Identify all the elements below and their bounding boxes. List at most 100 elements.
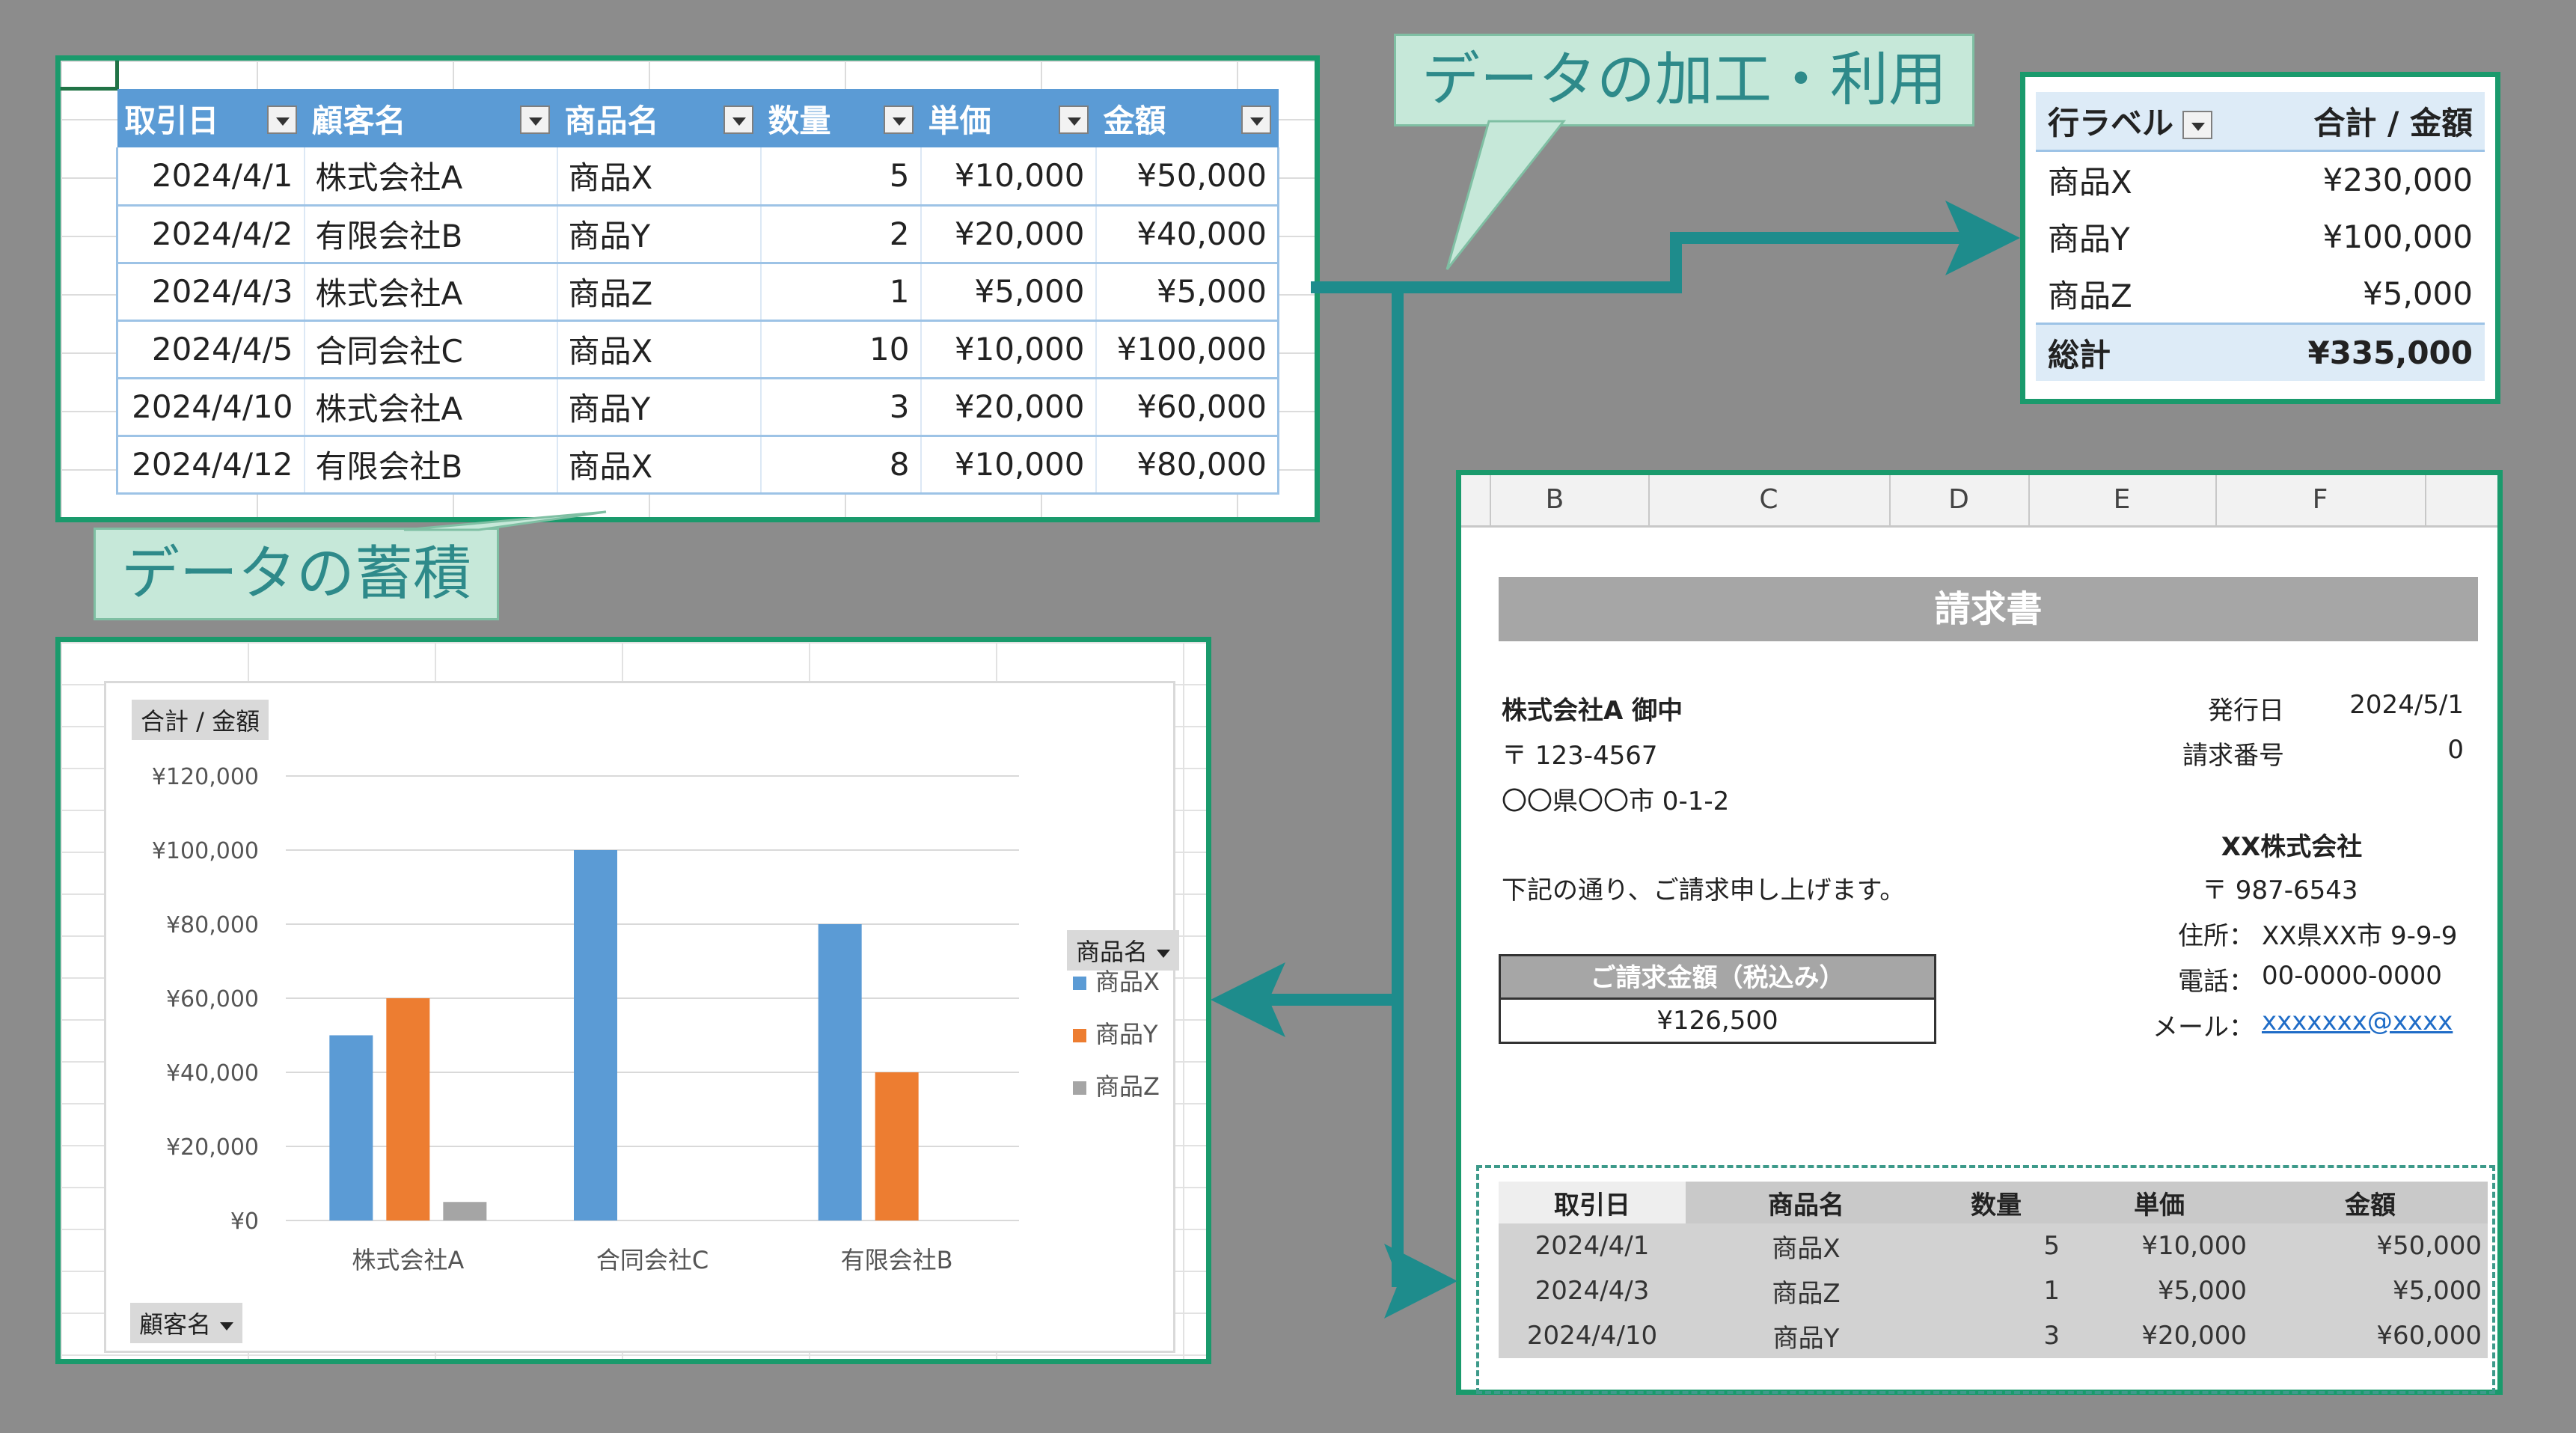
- filter-dropdown-icon[interactable]: [1058, 106, 1089, 134]
- cell-customer[interactable]: 株式会社A: [303, 378, 557, 437]
- invoice-cell-quantity[interactable]: 3: [1927, 1313, 2066, 1358]
- cell-customer[interactable]: 合同会社C: [303, 320, 557, 379]
- invoice-header-date: 取引日: [1499, 1182, 1686, 1223]
- cell-quantity[interactable]: 1: [759, 263, 921, 322]
- pivot-value-header[interactable]: 合計 / 金額: [2260, 92, 2485, 152]
- cell-quantity[interactable]: 2: [759, 205, 921, 264]
- recipient-address: 〇〇県〇〇市 0-1-2: [1502, 786, 1730, 816]
- table-row[interactable]: 2024/4/5 合同会社C 商品X 10 ¥10,000 ¥100,000: [116, 320, 1279, 379]
- table-row[interactable]: 2024/4/1 株式会社A 商品X 5 ¥10,000 ¥50,000: [116, 147, 1279, 207]
- cell-date[interactable]: 2024/4/12: [116, 436, 305, 495]
- cell-product[interactable]: 商品Y: [556, 205, 761, 264]
- column-header-e[interactable]: E: [2028, 484, 2215, 515]
- cell-amount[interactable]: ¥80,000: [1095, 436, 1279, 495]
- header-product[interactable]: 商品名: [557, 89, 761, 147]
- filter-dropdown-icon[interactable]: [519, 106, 550, 134]
- invoice-cell-unit-price[interactable]: ¥20,000: [2066, 1313, 2253, 1358]
- invoice-cell-date[interactable]: 2024/4/1: [1499, 1223, 1686, 1268]
- cell-quantity[interactable]: 3: [759, 378, 921, 437]
- header-date[interactable]: 取引日: [117, 89, 305, 147]
- invoice-cell-product[interactable]: 商品Y: [1686, 1313, 1927, 1358]
- invoice-cell-amount[interactable]: ¥5,000: [2253, 1268, 2488, 1313]
- pivot-total-row[interactable]: 総計 ¥335,000: [2036, 322, 2485, 381]
- cell-quantity[interactable]: 10: [759, 320, 921, 379]
- y-tick-label: ¥80,000: [166, 912, 259, 938]
- table-row[interactable]: 2024/4/10 株式会社A 商品Y 3 ¥20,000 ¥60,000: [116, 378, 1279, 437]
- cell-customer[interactable]: 株式会社A: [303, 263, 557, 322]
- pivot-total-value[interactable]: ¥335,000: [2260, 322, 2485, 381]
- pivot-total-label[interactable]: 総計: [2036, 322, 2260, 381]
- pivot-chart[interactable]: 合計 / 金額 顧客名 商品名 ¥0 ¥20,000 ¥40,000 ¥60,000 ¥…: [104, 681, 1180, 1353]
- cell-unit-price[interactable]: ¥10,000: [920, 147, 1096, 207]
- table-row[interactable]: 2024/4/3 株式会社A 商品Z 1 ¥5,000 ¥5,000: [116, 263, 1279, 322]
- y-tick-label: ¥0: [230, 1209, 259, 1235]
- pivot-row[interactable]: 商品Z ¥5,000: [2036, 266, 2485, 323]
- cell-customer[interactable]: 株式会社A: [303, 147, 557, 207]
- filter-dropdown-icon[interactable]: [266, 106, 297, 134]
- pivot-row-value[interactable]: ¥100,000: [2260, 208, 2485, 266]
- invoice-row[interactable]: 2024/4/3 商品Z 1 ¥5,000 ¥5,000: [1499, 1268, 2488, 1313]
- invoice-cell-unit-price[interactable]: ¥10,000: [2066, 1223, 2253, 1268]
- invoice-cell-unit-price[interactable]: ¥5,000: [2066, 1268, 2253, 1313]
- cell-unit-price[interactable]: ¥10,000: [920, 320, 1096, 379]
- cell-customer[interactable]: 有限会社B: [303, 436, 557, 495]
- cell-product[interactable]: 商品X: [556, 147, 761, 207]
- table-row[interactable]: 2024/4/2 有限会社B 商品Y 2 ¥20,000 ¥40,000: [116, 205, 1279, 264]
- cell-unit-price[interactable]: ¥5,000: [920, 263, 1096, 322]
- cell-amount[interactable]: ¥5,000: [1095, 263, 1279, 322]
- cell-unit-price[interactable]: ¥20,000: [920, 378, 1096, 437]
- filter-dropdown-icon[interactable]: [723, 106, 753, 134]
- cell-amount[interactable]: ¥50,000: [1095, 147, 1279, 207]
- cell-quantity[interactable]: 5: [759, 147, 921, 207]
- invoice-cell-amount[interactable]: ¥60,000: [2253, 1313, 2488, 1358]
- invoice-cell-amount[interactable]: ¥50,000: [2253, 1223, 2488, 1268]
- cell-quantity[interactable]: 8: [759, 436, 921, 495]
- pivot-row-label-header[interactable]: 行ラベル: [2036, 92, 2260, 152]
- cell-product[interactable]: 商品X: [556, 320, 761, 379]
- invoice-cell-product[interactable]: 商品X: [1686, 1223, 1927, 1268]
- pivot-row-value[interactable]: ¥5,000: [2260, 266, 2485, 323]
- cell-date[interactable]: 2024/4/3: [116, 263, 305, 322]
- cell-date[interactable]: 2024/4/10: [116, 378, 305, 437]
- invoice-cell-quantity[interactable]: 5: [1927, 1223, 2066, 1268]
- cell-date[interactable]: 2024/4/1: [116, 147, 305, 207]
- pivot-row-label[interactable]: 商品Z: [2036, 266, 2260, 323]
- cell-amount[interactable]: ¥40,000: [1095, 205, 1279, 264]
- invoice-cell-date[interactable]: 2024/4/10: [1499, 1313, 1686, 1358]
- cell-amount[interactable]: ¥100,000: [1095, 320, 1279, 379]
- invoice-cell-date[interactable]: 2024/4/3: [1499, 1268, 1686, 1313]
- invoice-title: 請求書: [1499, 577, 2478, 641]
- pivot-row-label[interactable]: 商品X: [2036, 150, 2260, 208]
- cell-product[interactable]: 商品Y: [556, 378, 761, 437]
- pivot-row-value[interactable]: ¥230,000: [2260, 150, 2485, 208]
- column-header-f[interactable]: F: [2215, 484, 2425, 515]
- filter-dropdown-icon[interactable]: [883, 106, 914, 134]
- sender-mail-link[interactable]: xxxxxxx@xxxx: [2262, 1006, 2453, 1036]
- pivot-row[interactable]: 商品Y ¥100,000: [2036, 208, 2485, 266]
- column-header-d[interactable]: D: [1889, 484, 2028, 515]
- cell-unit-price[interactable]: ¥10,000: [920, 436, 1096, 495]
- pivot-row[interactable]: 商品X ¥230,000: [2036, 150, 2485, 208]
- table-row[interactable]: 2024/4/12 有限会社B 商品X 8 ¥10,000 ¥80,000: [116, 436, 1279, 495]
- filter-dropdown-icon[interactable]: [1240, 106, 1271, 134]
- header-amount[interactable]: 金額: [1095, 89, 1279, 147]
- pivot-row-label[interactable]: 商品Y: [2036, 208, 2260, 266]
- invoice-detail-selection[interactable]: 取引日 商品名 数量 単価 金額 2024/4/1 商品X 5 ¥10,000 ¥50,…: [1476, 1165, 2495, 1394]
- header-unit-price[interactable]: 単価: [920, 89, 1096, 147]
- header-quantity[interactable]: 数量: [760, 89, 921, 147]
- cell-customer[interactable]: 有限会社B: [303, 205, 557, 264]
- invoice-cell-product[interactable]: 商品Z: [1686, 1268, 1927, 1313]
- header-customer[interactable]: 顧客名: [304, 89, 557, 147]
- bar-商品X-有限会社B: [818, 924, 862, 1220]
- filter-dropdown-icon[interactable]: [2182, 111, 2213, 140]
- cell-amount[interactable]: ¥60,000: [1095, 378, 1279, 437]
- invoice-row[interactable]: 2024/4/10 商品Y 3 ¥20,000 ¥60,000: [1499, 1313, 2488, 1358]
- invoice-row[interactable]: 2024/4/1 商品X 5 ¥10,000 ¥50,000: [1499, 1223, 2488, 1268]
- cell-product[interactable]: 商品X: [556, 436, 761, 495]
- cell-date[interactable]: 2024/4/2: [116, 205, 305, 264]
- cell-unit-price[interactable]: ¥20,000: [920, 205, 1096, 264]
- cell-date[interactable]: 2024/4/5: [116, 320, 305, 379]
- column-header-c[interactable]: C: [1648, 484, 1889, 515]
- cell-product[interactable]: 商品Z: [556, 263, 761, 322]
- invoice-cell-quantity[interactable]: 1: [1927, 1268, 2066, 1313]
